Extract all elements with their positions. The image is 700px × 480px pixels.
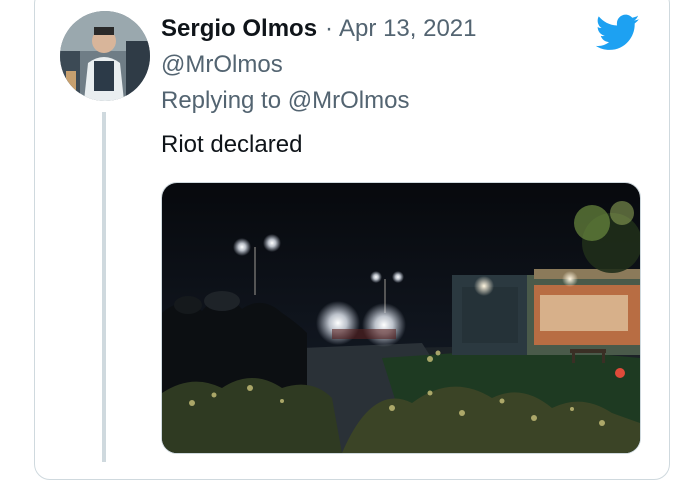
night-scene-photo bbox=[162, 183, 640, 453]
tweet-date[interactable]: Apr 13, 2021 bbox=[339, 15, 476, 42]
author-row: Sergio Olmos · Apr 13, 2021 bbox=[161, 14, 476, 44]
replying-mention[interactable]: @MrOlmos bbox=[288, 87, 410, 114]
replying-prefix: Replying to bbox=[161, 87, 282, 114]
author-handle[interactable]: @MrOlmos bbox=[161, 50, 283, 80]
author-name[interactable]: Sergio Olmos bbox=[161, 15, 317, 42]
thread-line bbox=[102, 112, 106, 462]
separator-dot: · bbox=[325, 15, 334, 42]
twitter-bird-icon[interactable] bbox=[595, 14, 640, 52]
tweet-text: Riot declared bbox=[161, 131, 303, 158]
tweet-media-photo[interactable] bbox=[161, 182, 641, 454]
replying-to: Replying to @MrOlmos bbox=[161, 86, 409, 116]
avatar[interactable] bbox=[60, 11, 150, 101]
avatar-image bbox=[60, 11, 150, 101]
